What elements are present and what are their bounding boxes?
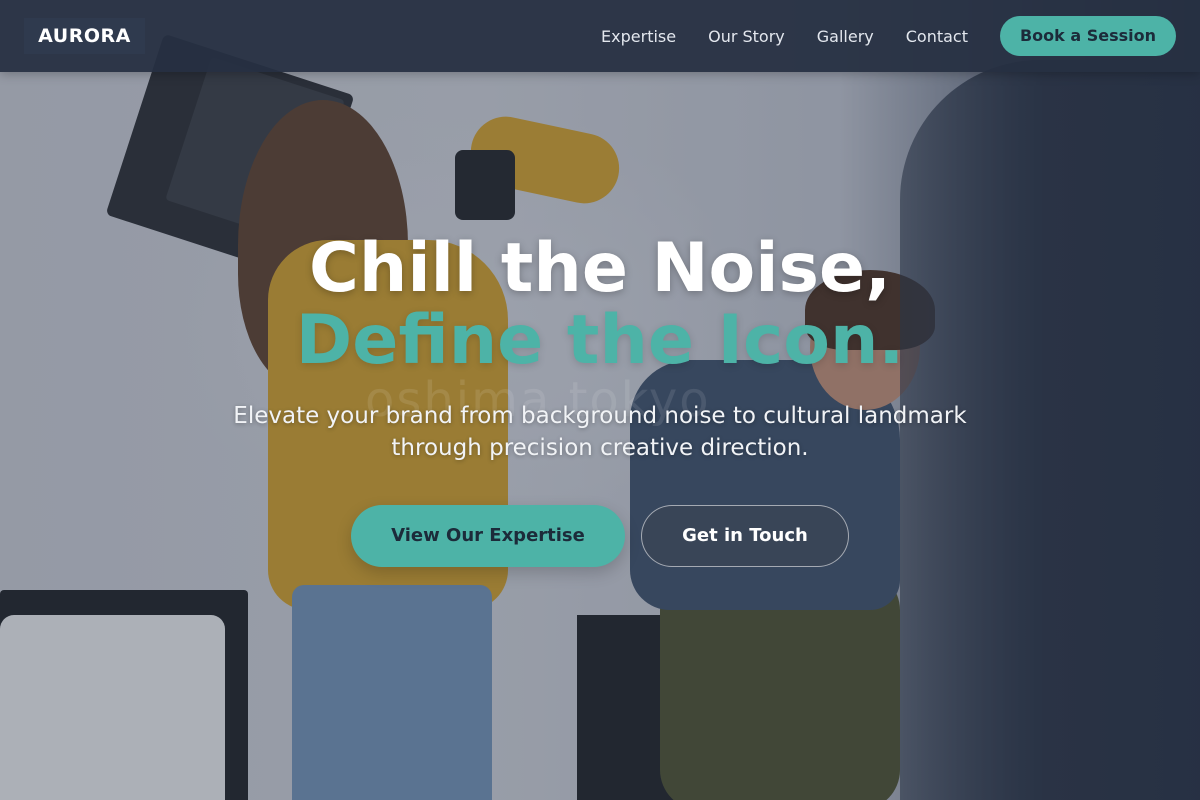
- brand-logo[interactable]: AURORA: [24, 18, 145, 54]
- hero-subtitle: Elevate your brand from background noise…: [233, 403, 967, 461]
- nav-link-gallery[interactable]: Gallery: [817, 27, 874, 46]
- book-session-button[interactable]: Book a Session: [1000, 16, 1176, 56]
- nav-link-contact[interactable]: Contact: [906, 27, 968, 46]
- landing-page: oshima tokyo AURORA Expertise Our Story …: [0, 0, 1200, 800]
- headline-line-1: Chill the Noise,: [309, 229, 891, 308]
- headline-line-2: Define the Icon.: [295, 301, 905, 380]
- nav-link-expertise[interactable]: Expertise: [601, 27, 676, 46]
- get-in-touch-button[interactable]: Get in Touch: [641, 505, 849, 567]
- top-navbar: AURORA Expertise Our Story Gallery Conta…: [0, 0, 1200, 72]
- view-expertise-button[interactable]: View Our Expertise: [351, 505, 625, 567]
- nav-links: Expertise Our Story Gallery Contact: [601, 0, 968, 72]
- nav-link-our-story[interactable]: Our Story: [708, 27, 785, 46]
